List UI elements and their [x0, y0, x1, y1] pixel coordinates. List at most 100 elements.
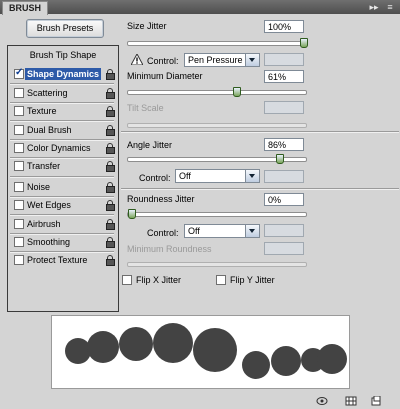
brush-dab: [153, 323, 193, 363]
option-label: Smoothing: [27, 237, 71, 247]
angle-jitter-slider[interactable]: [127, 154, 307, 164]
divider: [121, 131, 399, 133]
option-label: Transfer: [27, 161, 61, 171]
option-texture[interactable]: Texture: [9, 103, 117, 119]
option-label: Noise: [27, 182, 51, 192]
new-preset-icon[interactable]: [370, 396, 382, 406]
lock-icon[interactable]: [106, 125, 115, 136]
option-label: Protect Texture: [27, 255, 88, 265]
airbrush-checkbox[interactable]: [14, 219, 24, 229]
lock-icon[interactable]: [106, 88, 115, 99]
lock-icon[interactable]: [106, 161, 115, 172]
slider-knob[interactable]: [128, 209, 136, 219]
roundness-control-dropdown[interactable]: Off: [184, 224, 260, 238]
minimum-diameter-slider[interactable]: [127, 87, 307, 97]
slider-knob[interactable]: [300, 38, 308, 48]
brush-dab: [87, 331, 119, 363]
lock-icon[interactable]: [106, 143, 115, 154]
brush-toggle-icon[interactable]: [316, 396, 328, 406]
brush-dabs: [65, 323, 347, 379]
shape-dynamics-checkbox[interactable]: [14, 67, 24, 79]
size-jitter-input[interactable]: 100%: [264, 20, 304, 33]
option-label: Color Dynamics: [27, 143, 91, 153]
tilt-scale-input: [264, 101, 304, 114]
angle-control-dropdown[interactable]: Off: [175, 169, 260, 183]
scattering-checkbox[interactable]: [14, 88, 24, 98]
option-wet-edges[interactable]: Wet Edges: [9, 197, 117, 213]
option-protect-texture[interactable]: Protect Texture: [9, 252, 117, 268]
brush-dab: [119, 327, 153, 361]
chevron-down-icon: [245, 225, 259, 237]
lock-icon[interactable]: [106, 69, 115, 80]
slider-knob[interactable]: [275, 154, 284, 164]
brush-dab: [65, 338, 91, 364]
panel-title-bar: [0, 0, 400, 14]
option-transfer[interactable]: Transfer: [9, 158, 117, 174]
roundness-control-label: Control:: [147, 228, 179, 238]
brush-dab: [271, 346, 301, 376]
angle-jitter-input[interactable]: 86%: [264, 138, 304, 151]
size-control-extra-input: [264, 53, 304, 66]
divider: [121, 188, 399, 190]
smoothing-checkbox[interactable]: [14, 237, 24, 247]
option-color-dynamics[interactable]: Color Dynamics: [9, 140, 117, 156]
slider-knob[interactable]: [232, 87, 241, 97]
minimum-roundness-label: Minimum Roundness: [127, 244, 212, 254]
roundness-jitter-label: Roundness Jitter: [127, 194, 195, 204]
panel-menu-icon[interactable]: ≡: [384, 1, 396, 13]
dropdown-value: Off: [179, 171, 191, 181]
transfer-checkbox[interactable]: [14, 161, 24, 171]
option-label: Dual Brush: [27, 125, 72, 135]
brush-stroke-preview: [51, 315, 350, 389]
color-dynamics-checkbox[interactable]: [14, 143, 24, 153]
flip-y-label: Flip Y Jitter: [230, 275, 275, 285]
size-jitter-slider[interactable]: [127, 38, 308, 48]
tilt-scale-slider: [127, 123, 307, 128]
dropdown-value: Pen Pressure: [188, 55, 243, 65]
option-label: Wet Edges: [27, 200, 71, 210]
flip-x-checkbox[interactable]: [122, 275, 132, 285]
brush-tip-shape-item[interactable]: Brush Tip Shape: [9, 48, 117, 62]
grid-icon[interactable]: [345, 396, 357, 406]
roundness-control-extra-input: [264, 224, 304, 237]
dual-brush-checkbox[interactable]: [14, 125, 24, 135]
wet-edges-checkbox[interactable]: [14, 200, 24, 210]
double-arrow-icon[interactable]: ▸▸: [368, 1, 380, 13]
chevron-down-icon: [245, 54, 259, 66]
protect-texture-checkbox[interactable]: [14, 255, 24, 265]
option-dual-brush[interactable]: Dual Brush: [9, 122, 117, 138]
brush-dab: [317, 344, 347, 374]
minimum-diameter-input[interactable]: 61%: [264, 70, 304, 83]
lock-icon[interactable]: [106, 200, 115, 211]
texture-checkbox[interactable]: [14, 106, 24, 116]
roundness-jitter-input[interactable]: 0%: [264, 193, 304, 206]
minimum-roundness-input: [264, 242, 304, 255]
lock-icon[interactable]: [106, 219, 115, 230]
size-jitter-label: Size Jitter: [127, 21, 167, 31]
lock-icon[interactable]: [106, 237, 115, 248]
roundness-jitter-slider[interactable]: [127, 209, 307, 219]
flip-x-label: Flip X Jitter: [136, 275, 182, 285]
option-smoothing[interactable]: Smoothing: [9, 234, 117, 250]
brush-dab: [242, 351, 270, 379]
brush-presets-button[interactable]: Brush Presets: [26, 19, 104, 38]
option-noise[interactable]: Noise: [9, 179, 117, 195]
option-label: Scattering: [27, 88, 68, 98]
angle-control-extra-input: [264, 170, 304, 183]
minimum-roundness-slider: [127, 262, 307, 267]
option-scattering[interactable]: Scattering: [9, 85, 117, 101]
lock-icon[interactable]: [106, 255, 115, 266]
tab-brush[interactable]: BRUSH: [2, 1, 49, 15]
option-shape-dynamics[interactable]: Shape Dynamics: [9, 66, 117, 82]
size-control-dropdown[interactable]: Pen Pressure: [184, 53, 260, 67]
option-label: Shape Dynamics: [25, 68, 102, 80]
lock-icon[interactable]: [106, 106, 115, 117]
warning-icon: [131, 54, 143, 65]
option-airbrush[interactable]: Airbrush: [9, 216, 117, 232]
lock-icon[interactable]: [106, 182, 115, 193]
noise-checkbox[interactable]: [14, 182, 24, 192]
brush-dab: [193, 328, 237, 372]
brush-options-list: Brush Tip Shape Shape Dynamics Scatterin…: [7, 45, 119, 312]
minimum-diameter-label: Minimum Diameter: [127, 71, 203, 81]
flip-y-checkbox[interactable]: [216, 275, 226, 285]
